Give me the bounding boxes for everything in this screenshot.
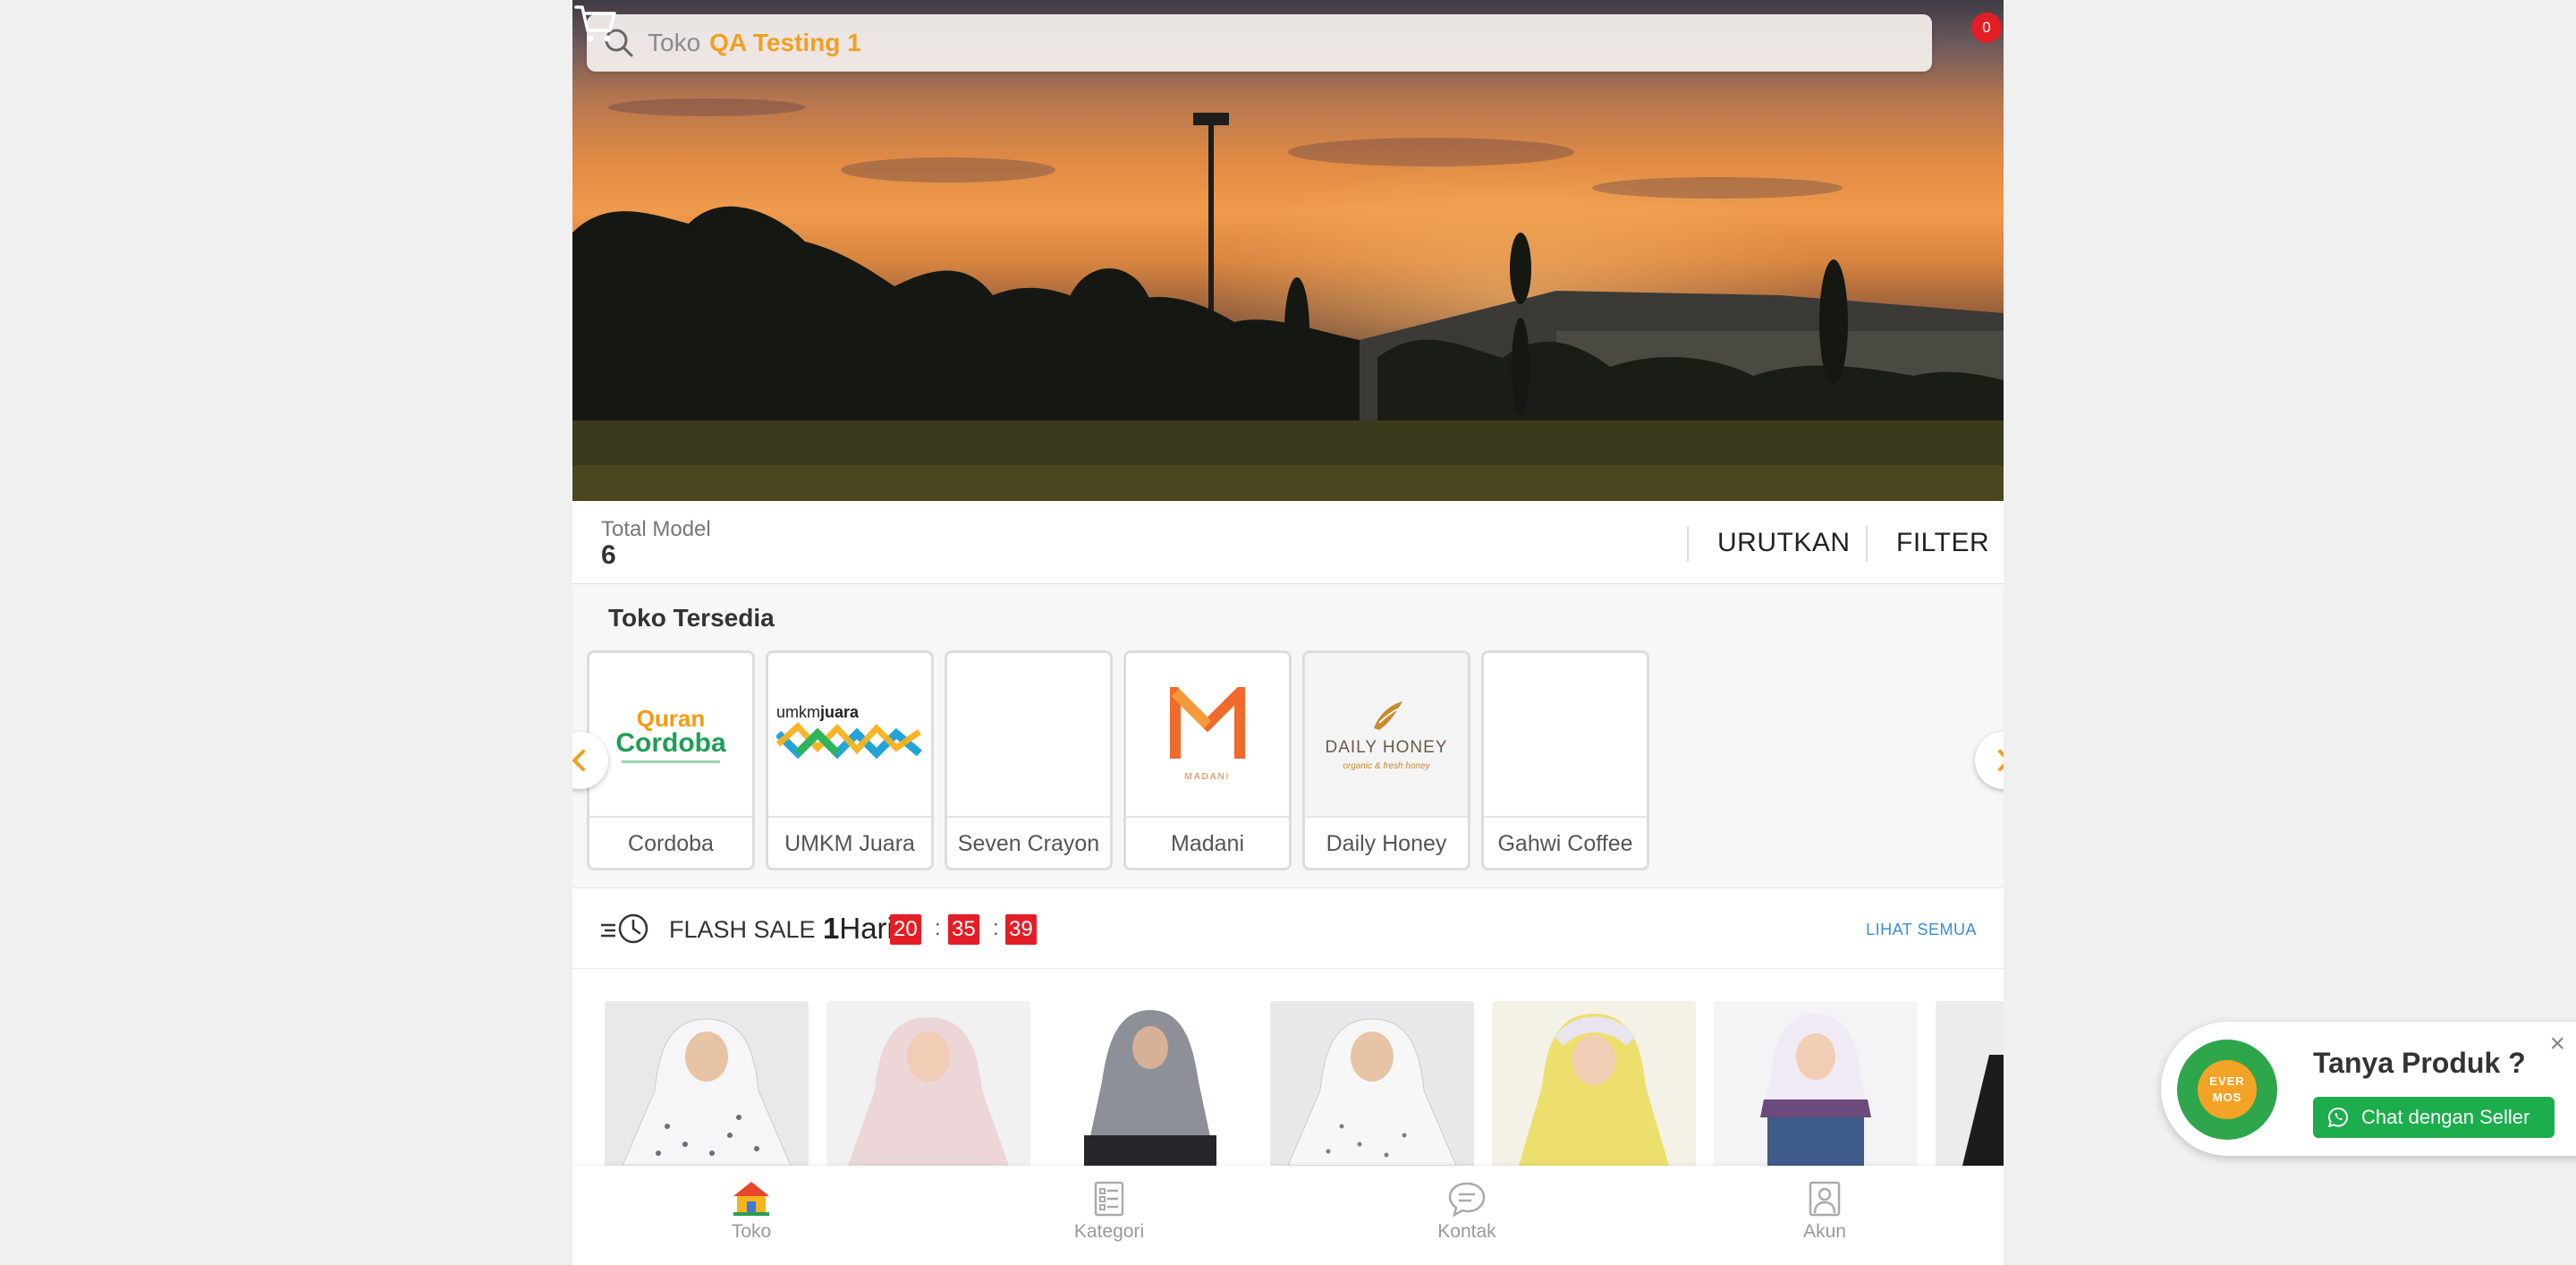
filter-button[interactable]: FILTER bbox=[1896, 528, 1989, 558]
nav-item-kategori[interactable]: Kategori bbox=[1038, 1180, 1181, 1243]
whatsapp-icon bbox=[2327, 1107, 2349, 1127]
nav-item-akun[interactable]: Akun bbox=[1753, 1180, 1896, 1243]
store-logo-empty bbox=[947, 653, 1110, 816]
countdown-separator: : bbox=[993, 916, 999, 940]
store-card-name: Gahwi Coffee bbox=[1484, 816, 1647, 868]
store-card-seven-crayon[interactable]: Seven Crayon bbox=[945, 650, 1113, 870]
flash-clock-icon bbox=[601, 913, 648, 944]
store-logo-empty bbox=[1484, 653, 1647, 816]
store-card-cordoba[interactable]: Quran Cordoba Cordoba bbox=[587, 650, 755, 870]
product-image bbox=[1084, 1010, 1216, 1166]
store-card-daily-honey[interactable]: DAILY HONEY organic & fresh honey Daily … bbox=[1302, 650, 1470, 870]
store-card-gahwi-coffee[interactable]: Gahwi Coffee bbox=[1481, 650, 1649, 870]
nav-item-kontak[interactable]: Kontak bbox=[1395, 1180, 1538, 1243]
product-image bbox=[1519, 1014, 1669, 1166]
product-card[interactable] bbox=[1492, 1001, 1696, 1166]
nav-item-toko[interactable]: Toko bbox=[680, 1180, 823, 1243]
flash-sale-products bbox=[572, 969, 2004, 1166]
countdown-days: 1Hari bbox=[823, 912, 894, 945]
store-search-bar[interactable]: Toko QA Testing 1 bbox=[587, 14, 1932, 72]
chat-bubble-icon bbox=[1448, 1182, 1486, 1218]
product-card[interactable] bbox=[605, 1001, 809, 1166]
product-image bbox=[1760, 1014, 1871, 1166]
close-icon[interactable]: × bbox=[2549, 1031, 2565, 1057]
store-card-madani[interactable]: MADANI Madani bbox=[1123, 650, 1292, 870]
nav-label: Akun bbox=[1803, 1221, 1846, 1242]
product-card[interactable] bbox=[1048, 1001, 1252, 1166]
nav-label: Kategori bbox=[1073, 1221, 1145, 1242]
madani-logo: MADANI bbox=[1126, 653, 1289, 816]
chevron-right-icon bbox=[1998, 750, 2004, 771]
product-card[interactable] bbox=[1714, 1001, 1918, 1166]
search-prefix: Toko bbox=[648, 29, 701, 56]
umkm-juara-logo: umkmjuara bbox=[768, 653, 931, 816]
nav-label: Kontak bbox=[1437, 1221, 1496, 1242]
store-card-name: Seven Crayon bbox=[947, 816, 1110, 868]
category-icon bbox=[1094, 1181, 1124, 1217]
flash-sale-label: FLASH SALE bbox=[669, 916, 816, 943]
chat-seller-popup: EVER MOS Tanya Produk ? Chat dengan Selle… bbox=[2161, 1022, 2576, 1156]
store-name: QA Testing 1 bbox=[709, 29, 861, 56]
nav-label: Toko bbox=[731, 1221, 772, 1242]
store-banner: Toko QA Testing 1 0 bbox=[572, 0, 2004, 501]
countdown-minutes: 35 bbox=[948, 914, 979, 945]
bottom-navigation: Toko Kategori Kontak Akun bbox=[572, 1166, 2004, 1265]
store-icon bbox=[733, 1182, 769, 1216]
chevron-left-icon bbox=[572, 750, 585, 771]
scroll-right-button[interactable] bbox=[1975, 732, 2004, 789]
user-icon bbox=[1809, 1181, 1841, 1217]
cart-count-badge: 0 bbox=[1971, 13, 2002, 43]
quran-cordoba-logo: Quran Cordoba bbox=[589, 653, 752, 816]
store-card-name: Cordoba bbox=[589, 816, 752, 868]
flash-sale-header: FLASH SALE 1Hari 20 : 35 : 39 LIHAT SEMU… bbox=[572, 888, 2004, 969]
product-image bbox=[1962, 1055, 2004, 1166]
ask-product-title: Tanya Produk ? bbox=[2313, 1047, 2526, 1079]
store-page: Toko QA Testing 1 0 Total Model 6 URUTKA… bbox=[572, 0, 2004, 1265]
see-all-link[interactable]: LIHAT SEMUA bbox=[1866, 921, 1977, 939]
countdown-hours: 20 bbox=[890, 914, 921, 945]
sort-button[interactable]: URUTKAN bbox=[1717, 528, 1851, 558]
product-image bbox=[1287, 1018, 1457, 1166]
total-model-label: Total Model bbox=[601, 517, 711, 541]
banner-scenery bbox=[572, 98, 2004, 501]
section-title: Toko Tersedia bbox=[608, 604, 775, 632]
divider bbox=[1866, 526, 1868, 562]
model-summary-bar: Total Model 6 URUTKAN FILTER bbox=[572, 501, 2004, 584]
countdown-separator: : bbox=[935, 916, 941, 940]
total-model-value: 6 bbox=[601, 540, 616, 570]
available-stores-section: Toko Tersedia Quran Cordoba Cordoba umkm… bbox=[572, 584, 2004, 888]
store-card-name: Madani bbox=[1126, 816, 1289, 868]
store-card-name: Daily Honey bbox=[1305, 816, 1468, 868]
countdown-seconds: 39 bbox=[1005, 914, 1037, 945]
chat-button-label: Chat dengan Seller bbox=[2361, 1106, 2530, 1128]
product-card[interactable] bbox=[826, 1001, 1030, 1166]
cart-icon[interactable] bbox=[572, 0, 619, 47]
chat-seller-button[interactable]: Chat dengan Seller bbox=[2313, 1097, 2555, 1138]
daily-honey-logo: DAILY HONEY organic & fresh honey bbox=[1305, 653, 1468, 816]
divider bbox=[1687, 526, 1689, 562]
store-card-umkm-juara[interactable]: umkmjuara UMKM Juara bbox=[766, 650, 934, 870]
product-image bbox=[622, 1018, 792, 1166]
product-card[interactable] bbox=[1270, 1001, 1474, 1166]
product-card[interactable] bbox=[1936, 1001, 2004, 1166]
evermos-logo: EVER MOS bbox=[2177, 1040, 2277, 1140]
product-image bbox=[848, 1017, 1009, 1166]
store-card-name: UMKM Juara bbox=[768, 816, 931, 868]
